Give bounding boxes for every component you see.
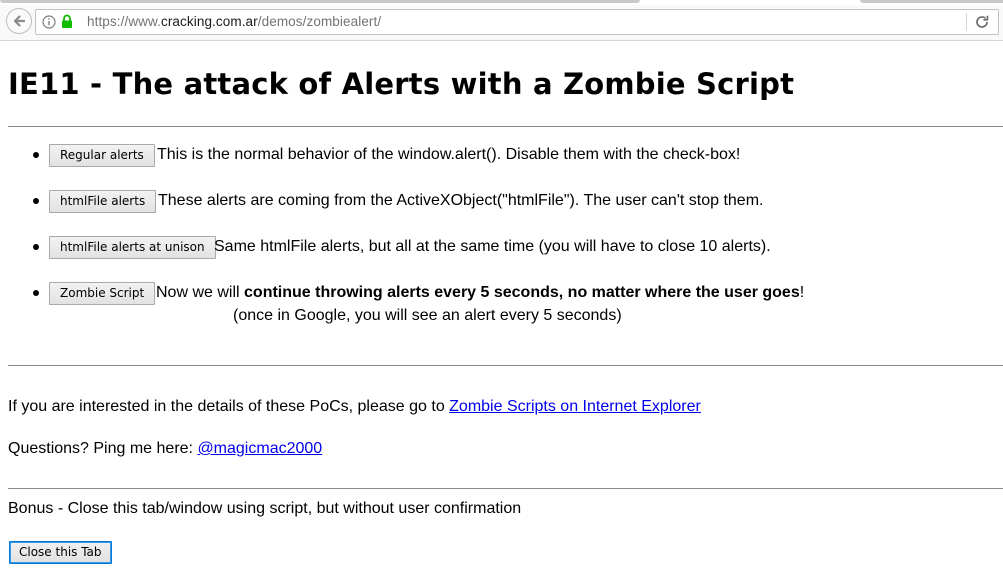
- demo-description: This is the normal behavior of the windo…: [157, 146, 741, 163]
- browser-toolbar: https://www.cracking.com.ar/demos/zombie…: [0, 5, 1003, 41]
- back-arrow-icon: [13, 15, 26, 27]
- twitter-link[interactable]: @magicmac2000: [197, 440, 322, 457]
- zombie-scripts-link[interactable]: Zombie Scripts on Internet Explorer: [449, 398, 701, 415]
- demo-description: These alerts are coming from the ActiveX…: [158, 192, 764, 209]
- browser-tab[interactable]: [860, 0, 1003, 3]
- reload-icon[interactable]: [974, 14, 990, 30]
- demo-description: Now we will continue throwing alerts eve…: [156, 284, 805, 301]
- lock-icon[interactable]: [61, 14, 73, 29]
- bonus-text: Bonus - Close this tab/window using scri…: [8, 500, 522, 517]
- browser-tab[interactable]: [0, 0, 640, 3]
- url-text[interactable]: https://www.cracking.com.ar/demos/zombie…: [87, 14, 381, 29]
- demo-description: Same htmlFile alerts, but all at the sam…: [214, 238, 771, 255]
- address-bar[interactable]: https://www.cracking.com.ar/demos/zombie…: [35, 9, 999, 35]
- questions-paragraph: Questions? Ping me here: @magicmac2000: [8, 440, 323, 457]
- bullet: [33, 244, 39, 250]
- details-paragraph: If you are interested in the details of …: [8, 398, 701, 415]
- page-title: IE11 - The attack of Alerts with a Zombi…: [8, 67, 795, 101]
- close-tab-button[interactable]: Close this Tab: [9, 541, 112, 564]
- htmlfile-alerts-button[interactable]: htmlFile alerts: [49, 190, 157, 213]
- back-button[interactable]: [6, 8, 32, 34]
- bullet: [33, 152, 39, 158]
- htmlfile-alerts-unison-button[interactable]: htmlFile alerts at unison: [49, 236, 216, 259]
- demo-note: (once in Google, you will see an alert e…: [233, 307, 622, 324]
- urlbar-separator: [966, 13, 967, 31]
- bullet: [33, 198, 39, 204]
- divider: [8, 126, 1003, 127]
- emphasis-text: continue throwing alerts every 5 seconds…: [244, 284, 800, 301]
- zombie-script-button[interactable]: Zombie Script: [49, 282, 156, 305]
- info-icon[interactable]: [42, 15, 56, 29]
- divider: [8, 365, 1003, 366]
- bullet: [33, 290, 39, 296]
- regular-alerts-button[interactable]: Regular alerts: [49, 144, 155, 167]
- divider: [8, 488, 1003, 489]
